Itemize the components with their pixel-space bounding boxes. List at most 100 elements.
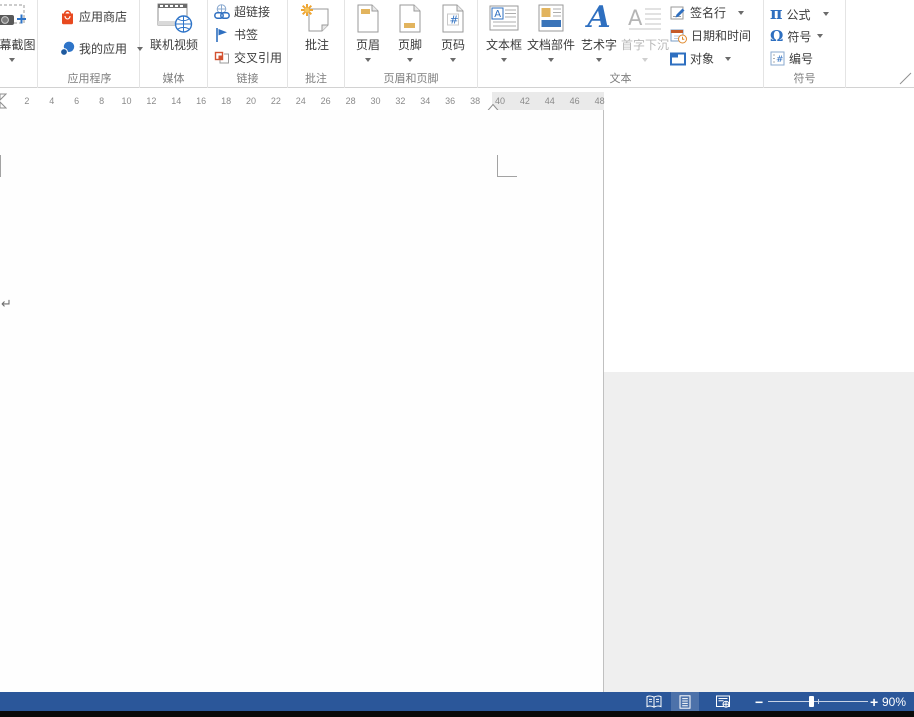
text-box-label: 文本框: [486, 36, 522, 53]
text-boundary-mark-right-v: [497, 155, 498, 177]
ruler-number: 44: [541, 96, 559, 106]
date-time-label: 日期和时间: [691, 27, 751, 44]
group-label-links: 链接: [208, 70, 287, 86]
print-layout-button[interactable]: [671, 692, 699, 711]
chevron-down-icon: [450, 58, 456, 62]
ruler-number: 42: [516, 96, 534, 106]
my-apps-button[interactable]: 我的应用: [60, 40, 143, 57]
ruler-number: 30: [367, 96, 385, 106]
zoom-slider-center-tick: [818, 699, 819, 704]
date-time-icon: [670, 28, 687, 44]
quick-parts-button[interactable]: 文档部件: [526, 2, 576, 62]
app-store-label: 应用商店: [79, 8, 127, 25]
hyperlink-button[interactable]: 超链接: [214, 3, 270, 20]
ribbon-group-comments: 批注 批注: [288, 0, 345, 88]
ribbon-group-apps: 应用商店 我的应用 应用程序: [40, 0, 140, 88]
text-boundary-mark-right-h: [497, 176, 517, 177]
object-icon: [670, 52, 686, 66]
header-icon: [357, 2, 379, 34]
ruler-number: 26: [317, 96, 335, 106]
print-layout-icon: [677, 695, 693, 709]
chevron-down-icon: [823, 12, 829, 16]
web-layout-button[interactable]: [708, 692, 738, 711]
ruler-number: 28: [342, 96, 360, 106]
wordart-label: 艺术字: [581, 36, 617, 53]
text-box-button[interactable]: A 文本框: [482, 2, 526, 62]
chevron-down-icon: [642, 58, 648, 62]
bookmark-label: 书签: [234, 26, 258, 43]
online-video-button[interactable]: 联机视频: [144, 2, 204, 53]
signature-line-button[interactable]: 签名行: [670, 4, 744, 21]
screenshot-button[interactable]: 屏幕截图: [0, 2, 38, 62]
footer-button[interactable]: 页脚: [389, 2, 431, 62]
workspace-background: [604, 372, 914, 692]
page-number-button[interactable]: # 页码: [431, 2, 475, 62]
signature-line-label: 签名行: [690, 4, 726, 21]
app-store-icon: [60, 9, 75, 25]
footer-label: 页脚: [398, 36, 422, 53]
ruler-number: 12: [142, 96, 160, 106]
zoom-level[interactable]: 90%: [882, 692, 906, 711]
chevron-down-icon: [738, 11, 744, 15]
equation-pi-icon: π: [770, 4, 782, 24]
app-store-button[interactable]: 应用商店: [60, 8, 127, 25]
object-button[interactable]: 对象: [670, 50, 731, 67]
symbol-button[interactable]: Ω 符号: [770, 27, 823, 45]
horizontal-ruler[interactable]: 2468101214161820222426283032343638404244…: [0, 92, 604, 110]
svg-text:A: A: [494, 9, 501, 20]
document-page[interactable]: ↵: [0, 110, 603, 692]
ribbon-group-text: A 文本框 文档部件 A 艺术字: [478, 0, 764, 88]
object-label: 对象: [690, 50, 714, 67]
wordart-icon: A: [587, 2, 610, 34]
wordart-button[interactable]: A 艺术字: [577, 2, 621, 62]
text-box-icon: A: [489, 2, 519, 34]
zoom-slider-thumb[interactable]: [809, 696, 814, 707]
header-button[interactable]: 页眉: [347, 2, 389, 62]
date-time-button[interactable]: 日期和时间: [670, 27, 751, 44]
number-icon: #: [770, 51, 785, 66]
read-mode-button[interactable]: [641, 692, 667, 711]
number-label: 编号: [789, 50, 813, 67]
chevron-down-icon: [501, 58, 507, 62]
ruler-number: 8: [93, 96, 111, 106]
ribbon-group-header-footer: 页眉 页脚 # 页码: [345, 0, 478, 88]
equation-button[interactable]: π 公式: [770, 4, 829, 24]
ruler-number: 48: [591, 96, 609, 106]
chevron-down-icon: [9, 58, 15, 62]
bookmark-button[interactable]: 书签: [214, 26, 258, 43]
ruler-number: 18: [217, 96, 235, 106]
ruler-number: 24: [292, 96, 310, 106]
quick-parts-label: 文档部件: [527, 36, 575, 53]
drop-cap-button[interactable]: A 首字下沉: [621, 2, 669, 62]
new-comment-label: 批注: [305, 36, 329, 53]
ribbon-collapse-indicator[interactable]: [899, 72, 912, 88]
chevron-down-icon: [548, 58, 554, 62]
drop-cap-icon: A: [627, 2, 663, 34]
cross-reference-label: 交叉引用: [234, 49, 282, 66]
paragraph-mark: ↵: [1, 296, 12, 312]
signature-line-icon: [670, 5, 686, 21]
ruler-number: 38: [466, 96, 484, 106]
zoom-in-button[interactable]: +: [870, 692, 878, 711]
number-button[interactable]: # 编号: [770, 50, 813, 67]
footer-icon: [399, 2, 421, 34]
bookmark-icon: [214, 27, 230, 43]
ribbon-group-symbols: π 公式 Ω 符号 # 编号 符号: [764, 0, 846, 88]
ruler-number: 6: [68, 96, 86, 106]
cross-reference-button[interactable]: 交叉引用: [214, 49, 282, 66]
web-layout-icon: [715, 695, 731, 709]
ribbon: 屏幕截图 应用商店 我的应用 应: [0, 0, 914, 88]
symbol-label: 符号: [787, 28, 811, 45]
quick-parts-icon: [538, 2, 564, 34]
group-label-text: 文本: [478, 70, 763, 86]
online-video-label: 联机视频: [150, 36, 198, 53]
ruler-number: 2: [18, 96, 36, 106]
zoom-out-button[interactable]: −: [755, 692, 763, 711]
chevron-down-icon: [817, 34, 823, 38]
chevron-down-icon: [407, 58, 413, 62]
page-number-label: 页码: [441, 36, 465, 53]
chevron-down-icon: [725, 57, 731, 61]
new-comment-button[interactable]: 批注: [295, 2, 339, 53]
ribbon-group-links: 超链接 书签 交叉引用 链接: [208, 0, 288, 88]
hyperlink-icon: [214, 4, 230, 20]
